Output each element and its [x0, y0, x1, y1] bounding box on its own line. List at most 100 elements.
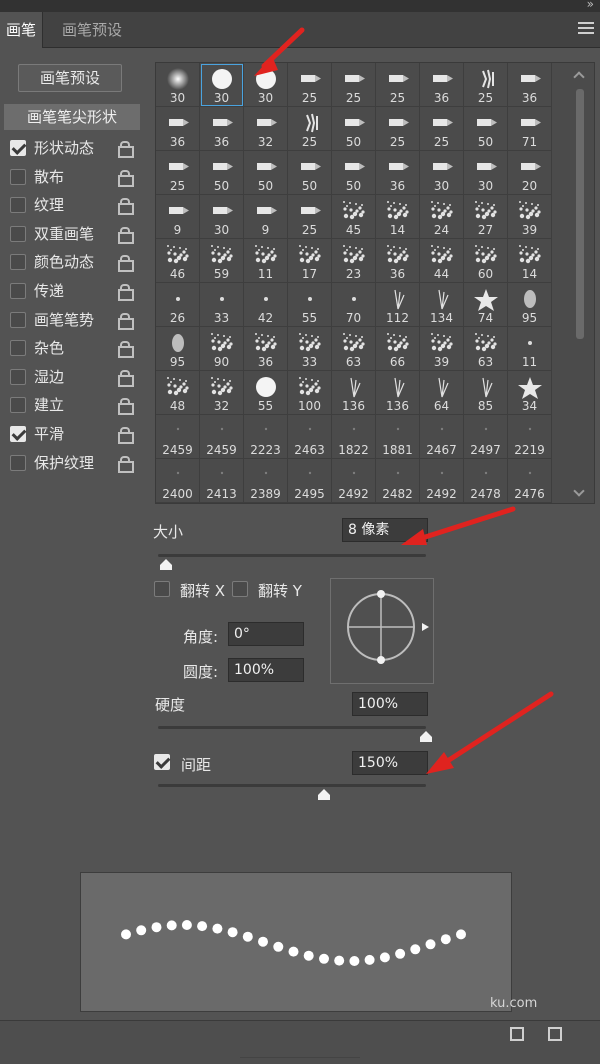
brush-tip-cell[interactable]: 50	[332, 151, 376, 195]
brush-tip-cell[interactable]: 30	[464, 151, 508, 195]
brush-tip-cell[interactable]: 25	[376, 107, 420, 151]
brush-tip-cell[interactable]: 55	[288, 283, 332, 327]
brush-option-item[interactable]: 双重画笔	[6, 220, 140, 248]
brush-tip-cell[interactable]: 2495	[288, 459, 332, 503]
brush-tip-cell[interactable]: 25	[464, 63, 508, 107]
brush-tip-cell[interactable]: 9	[156, 195, 200, 239]
brush-tip-cell[interactable]: 30	[200, 195, 244, 239]
option-checkbox[interactable]	[10, 454, 26, 471]
brush-tip-cell[interactable]: 25	[420, 107, 464, 151]
brush-tip-cell[interactable]: 2478	[464, 459, 508, 503]
brush-tip-cell[interactable]: 2400	[156, 459, 200, 503]
brush-tip-cell[interactable]: 36	[376, 239, 420, 283]
brush-tip-cell[interactable]: 100	[288, 371, 332, 415]
lock-icon[interactable]	[118, 284, 134, 301]
lock-icon[interactable]	[118, 398, 134, 416]
brush-tip-shape-item[interactable]: 画笔笔尖形状	[4, 104, 140, 130]
brush-tip-cell[interactable]: 2223	[244, 415, 288, 459]
option-checkbox[interactable]	[10, 283, 26, 299]
brush-tip-cell[interactable]: 2497	[464, 415, 508, 459]
roundness-field[interactable]: 100%	[228, 658, 304, 682]
brush-tip-cell[interactable]: 1822	[332, 415, 376, 459]
brush-tip-cell[interactable]: 71	[508, 107, 552, 151]
option-checkbox[interactable]	[10, 140, 26, 156]
lock-icon[interactable]	[118, 169, 134, 187]
scroll-down-icon[interactable]	[573, 485, 585, 497]
brush-tip-cell[interactable]: 23	[332, 239, 376, 283]
brush-tip-cell[interactable]: 2482	[376, 459, 420, 503]
brush-tip-cell[interactable]: 39	[420, 327, 464, 371]
size-field[interactable]: 8 像素	[342, 518, 428, 542]
brush-tip-cell[interactable]: 60	[464, 239, 508, 283]
brush-option-item[interactable]: 颜色动态	[6, 248, 140, 276]
brush-option-item[interactable]: 画笔笔势	[6, 306, 140, 334]
brush-tip-cell[interactable]: 27	[464, 195, 508, 239]
brush-tip-cell[interactable]: 48	[156, 371, 200, 415]
hardness-slider-thumb[interactable]	[420, 731, 432, 743]
brush-tip-cell[interactable]: 17	[288, 239, 332, 283]
spacing-checkbox[interactable]	[154, 754, 170, 770]
brush-tip-cell[interactable]: 95	[156, 327, 200, 371]
lock-icon[interactable]	[118, 341, 134, 359]
brush-tip-cell[interactable]: 33	[288, 327, 332, 371]
brush-option-item[interactable]: 散布	[6, 163, 140, 191]
brush-tip-cell[interactable]: 112	[376, 283, 420, 327]
brush-tip-cell[interactable]: 2389	[244, 459, 288, 503]
brush-tip-cell[interactable]: 14	[508, 239, 552, 283]
option-checkbox[interactable]	[10, 168, 26, 185]
brush-tip-cell[interactable]: 2459	[156, 415, 200, 459]
brush-tip-cell[interactable]: 36	[244, 327, 288, 371]
brush-tip-cell[interactable]: 25	[376, 63, 420, 107]
panel-menu-icon[interactable]	[578, 22, 594, 36]
brush-tip-cell[interactable]: 70	[332, 283, 376, 327]
brush-tip-cell[interactable]: 45	[332, 195, 376, 239]
brush-tip-cell[interactable]: 32	[244, 107, 288, 151]
brush-tip-cell[interactable]: 2463	[288, 415, 332, 459]
brush-tip-cell[interactable]: 42	[244, 283, 288, 327]
brush-tip-cell[interactable]: 36	[420, 63, 464, 107]
angle-roundness-widget[interactable]	[330, 578, 434, 684]
spacing-slider[interactable]	[158, 784, 426, 787]
brush-tip-cell[interactable]: 39	[508, 195, 552, 239]
spacing-field[interactable]: 150%	[352, 751, 428, 775]
brush-tip-cell[interactable]: 33	[200, 283, 244, 327]
brush-tip-cell[interactable]: 50	[464, 107, 508, 151]
brush-tip-cell[interactable]: 136	[332, 371, 376, 415]
collapse-icon[interactable]: »	[587, 0, 594, 11]
lock-icon[interactable]	[118, 369, 134, 387]
brush-tip-cell[interactable]: 30	[200, 63, 244, 107]
brush-tip-cell[interactable]: 95	[508, 283, 552, 327]
lock-icon[interactable]	[118, 427, 134, 444]
brush-tip-cell[interactable]: 66	[376, 327, 420, 371]
option-checkbox[interactable]	[10, 254, 26, 271]
brush-tip-cell[interactable]: 25	[288, 107, 332, 151]
lock-icon[interactable]	[118, 255, 134, 273]
brush-tip-cell[interactable]: 50	[288, 151, 332, 195]
scroll-up-icon[interactable]	[573, 71, 585, 83]
brush-tip-cell[interactable]: 2492	[332, 459, 376, 503]
brush-option-item[interactable]: 建立	[6, 391, 140, 419]
brush-tip-cell[interactable]: 11	[508, 327, 552, 371]
brush-tip-cell[interactable]: 25	[288, 63, 332, 107]
flip-x-checkbox[interactable]	[154, 581, 170, 597]
brush-tip-cell[interactable]: 36	[200, 107, 244, 151]
brush-tip-cell[interactable]: 30	[420, 151, 464, 195]
spacing-slider-thumb[interactable]	[318, 789, 331, 801]
brush-option-item[interactable]: 传递	[6, 277, 140, 305]
brush-tip-cell[interactable]: 36	[508, 63, 552, 107]
brush-tip-cell[interactable]: 74	[464, 283, 508, 327]
tab-brush-presets[interactable]: 画笔预设	[56, 12, 128, 48]
brush-tip-cell[interactable]: 44	[420, 239, 464, 283]
option-checkbox[interactable]	[10, 311, 26, 328]
size-slider-thumb[interactable]	[160, 559, 173, 571]
size-slider[interactable]	[158, 554, 426, 557]
lock-icon[interactable]	[118, 141, 134, 158]
scroll-thumb[interactable]	[576, 89, 584, 339]
brush-tip-cell[interactable]: 25	[156, 151, 200, 195]
hardness-slider[interactable]	[158, 726, 426, 729]
brush-tip-cell[interactable]: 50	[332, 107, 376, 151]
brush-tip-cell[interactable]: 2492	[420, 459, 464, 503]
brush-tip-cell[interactable]: 14	[376, 195, 420, 239]
option-checkbox[interactable]	[10, 197, 26, 214]
option-checkbox[interactable]	[10, 340, 26, 357]
